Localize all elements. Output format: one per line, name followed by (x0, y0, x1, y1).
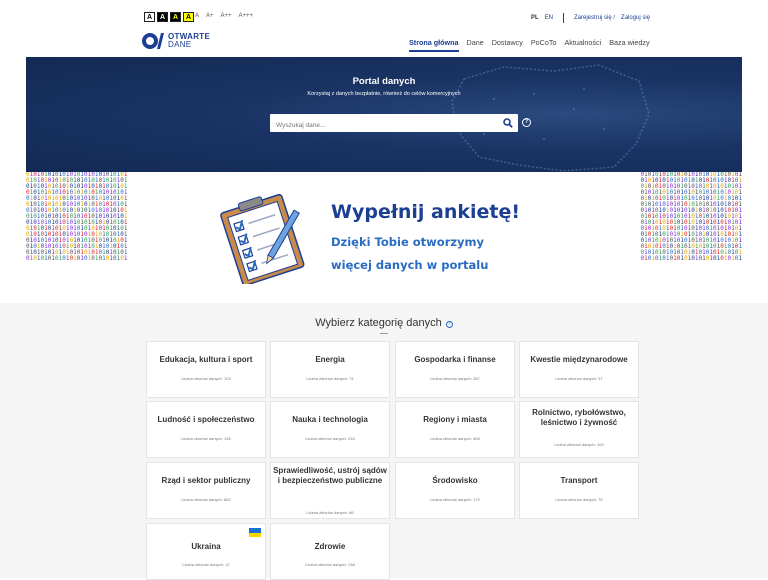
category-card[interactable]: Gospodarka i finanse Liczba zbiorów danyc… (395, 341, 515, 398)
top-bar: A A A A A A+ A++ A+++ PL EN Zarejestruj … (0, 0, 768, 57)
search-input[interactable] (270, 116, 490, 135)
font-size-larger[interactable]: A++ (221, 13, 232, 19)
category-title: Transport (560, 476, 598, 485)
help-icon[interactable]: ? (522, 118, 531, 127)
category-title: Środowisko (432, 476, 478, 485)
category-card[interactable]: Środowisko Liczba zbiorów danych: 179 (395, 462, 515, 519)
main-nav: Strona główna Dane Dostawcy PoCoTo Aktua… (409, 38, 650, 52)
logo-mark-icon (142, 33, 164, 49)
category-title: Rolnictwo, rybołówstwo, leśnictwo i żywn… (532, 408, 626, 427)
category-card[interactable]: Sprawiedliwość, ustrój sądów i bezpiecze… (270, 462, 390, 519)
category-title: Edukacja, kultura i sport (159, 355, 253, 364)
nav-knowledge-base[interactable]: Baza wiedzy (609, 38, 649, 52)
category-card[interactable]: Nauka i technologia Liczba zbiorów danych… (270, 401, 390, 458)
banner-line-2: więcej danych w portalu (331, 258, 489, 272)
category-count: Liczba zbiorów danych: 76 (555, 497, 603, 502)
category-title: Sprawiedliwość, ustrój sądów i bezpiecze… (273, 466, 387, 485)
category-card[interactable]: Transport Liczba zbiorów danych: 76 (519, 462, 639, 519)
category-title: Gospodarka i finanse (414, 355, 496, 364)
info-icon[interactable]: ? (445, 321, 453, 328)
category-title: Zdrowie (314, 542, 346, 551)
logo[interactable]: OTWARTE DANE (142, 32, 210, 50)
category-card[interactable]: Zdrowie Liczba zbiorów danych: 138 (270, 523, 390, 580)
category-card[interactable]: Rolnictwo, rybołówstwo, leśnictwo i żywn… (519, 401, 639, 458)
nav-providers[interactable]: Dostawcy (492, 38, 523, 52)
hero-section: Portal danych Korzystaj z danych bezpłat… (26, 57, 742, 172)
login-link[interactable]: Zaloguj się (621, 15, 650, 21)
category-card[interactable]: Kwestie międzynarodowe Liczba zbiorów dan… (519, 341, 639, 398)
banner-line-1: Dzięki Tobie otworzymy (331, 235, 485, 249)
survey-banner[interactable]: 0101010101010101010101010101010101010101… (26, 172, 742, 303)
heading-underline (380, 333, 388, 334)
lang-en[interactable]: EN (545, 15, 553, 21)
category-count: Liczba zbiorów danych: 129 (181, 376, 231, 381)
clipboard-checklist-icon (220, 194, 305, 284)
contrast-black-yellow[interactable]: A (170, 12, 181, 22)
category-title: Regiony i miasta (423, 415, 487, 424)
nav-news[interactable]: Aktualności (564, 38, 601, 52)
category-count: Liczba zbiorów danych: 179 (430, 497, 480, 502)
category-count: Liczba zbiorów danych: 12 (182, 562, 230, 567)
category-count: Liczba zbiorów danych: 37 (555, 376, 603, 381)
ukraine-flag-icon (249, 528, 261, 537)
category-count: Liczba zbiorów danych: 216 (305, 436, 355, 441)
register-link[interactable]: Zarejestruj się / (574, 15, 615, 21)
category-title: Nauka i technologia (292, 415, 368, 424)
category-title: Ukraina (191, 542, 221, 551)
category-title: Rząd i sektor publiczny (161, 476, 251, 485)
nav-home[interactable]: Strona główna (409, 38, 459, 52)
language-and-account: PL EN Zarejestruj się / Zaloguj się (531, 13, 650, 23)
divider (563, 13, 565, 23)
logo-text: OTWARTE DANE (168, 32, 211, 49)
contrast-yellow-black[interactable]: A (183, 12, 194, 22)
categories-heading: Wybierz kategorię danych? (0, 317, 768, 329)
category-count: Liczba zbiorów danych: 74 (306, 376, 354, 381)
category-count: Liczba zbiorów danych: 86 (306, 510, 354, 515)
category-count: Liczba zbiorów danych: 862 (181, 497, 231, 502)
hero-title: Portal danych (352, 76, 416, 87)
category-count: Liczba zbiorów danych: 408 (430, 436, 480, 441)
category-title: Kwestie międzynarodowe (530, 355, 628, 364)
contrast-switcher: A A A A (144, 12, 194, 22)
category-card[interactable]: Energia Liczba zbiorów danych: 74 (270, 341, 390, 398)
font-size-switcher: A A+ A++ A+++ (195, 13, 253, 19)
banner-title: Wypełnij ankietę! (331, 201, 521, 223)
font-size-large[interactable]: A+ (206, 13, 214, 19)
category-title: Energia (315, 355, 345, 364)
lang-pl[interactable]: PL (531, 15, 539, 21)
font-size-default[interactable]: A (195, 13, 199, 19)
category-card[interactable]: Rząd i sektor publiczny Liczba zbiorów da… (146, 462, 266, 519)
font-size-largest[interactable]: A+++ (239, 13, 254, 19)
category-count: Liczba zbiorów danych: 287 (430, 376, 480, 381)
category-card[interactable]: Edukacja, kultura i sport Liczba zbiorów … (146, 341, 266, 398)
category-card[interactable]: Ukraina Liczba zbiorów danych: 12 (146, 523, 266, 580)
contrast-black-white[interactable]: A (157, 12, 168, 22)
category-count: Liczba zbiorów danych: 146 (181, 436, 231, 441)
search-box (270, 114, 518, 135)
nav-pocoto[interactable]: PoCoTo (531, 38, 557, 52)
category-card[interactable]: Regiony i miasta Liczba zbiorów danych: 4… (395, 401, 515, 458)
hero-subtitle: Korzystaj z danych bezpłatnie, również d… (307, 91, 461, 97)
search-icon[interactable] (503, 118, 513, 128)
nav-data[interactable]: Dane (467, 38, 484, 52)
category-title: Ludność i społeczeństwo (157, 415, 255, 424)
binary-pattern-right: 0101010101010101010101010101010101010101… (640, 172, 743, 262)
categories-section: Wybierz kategorię danych? Edukacja, kult… (0, 303, 768, 580)
binary-pattern-left: 0101010101010101010101010101010101010101… (26, 172, 128, 262)
category-count: Liczba zbiorów danych: 100 (554, 442, 604, 447)
category-count: Liczba zbiorów danych: 138 (305, 562, 355, 567)
category-card[interactable]: Ludność i społeczeństwo Liczba zbiorów da… (146, 401, 266, 458)
contrast-default[interactable]: A (144, 12, 155, 22)
